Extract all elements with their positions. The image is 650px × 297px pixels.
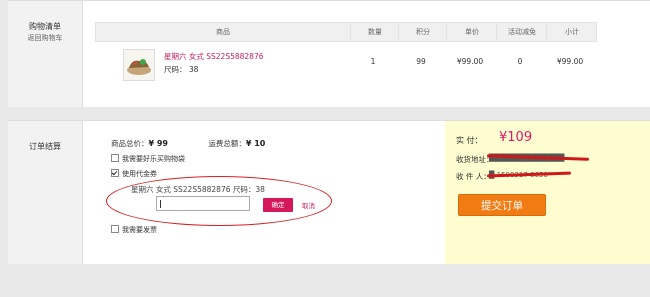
- column-header-unit-price: 单价: [446, 23, 497, 41]
- shoe-image-icon: [124, 50, 154, 80]
- voucher-code-input[interactable]: [156, 196, 250, 211]
- voucher-label: 使用代金券: [122, 170, 157, 178]
- order-sidebar: 订单结算: [8, 121, 83, 264]
- invoice-label: 我需要发票: [122, 226, 157, 234]
- column-header-points: 积分: [398, 23, 447, 41]
- column-header-quantity: 数量: [350, 23, 399, 41]
- product-thumbnail[interactable]: [123, 49, 155, 81]
- item-points: 99: [416, 57, 426, 66]
- goods-total-label: 商品总价：: [111, 139, 149, 148]
- invoice-option[interactable]: 我需要发票: [111, 225, 157, 235]
- item-subtotal: ¥99.00: [556, 57, 584, 66]
- cart-table-header: 商品 数量 积分 单价 活动减免 小计: [95, 22, 597, 42]
- column-header-discount: 活动减免: [496, 23, 547, 41]
- back-to-cart-link[interactable]: 返回购物车: [8, 33, 82, 43]
- gift-bag-checkbox[interactable]: [111, 154, 119, 162]
- item-discount: 0: [517, 57, 523, 66]
- order-title: 订单结算: [29, 142, 61, 151]
- voucher-checkbox[interactable]: [111, 169, 119, 177]
- receiver-label: 收 件 人：: [456, 172, 491, 181]
- item-quantity: 1: [370, 57, 376, 66]
- submit-order-button[interactable]: 提交订单: [458, 194, 546, 216]
- payment-summary: 实 付： ¥109 收货地址： ██████████████ 收 件 人： █ …: [445, 121, 650, 264]
- gift-bag-label: 我需要好乐买购物袋: [122, 155, 185, 163]
- cart-panel: 购物清单 返回购物车 商品 数量 积分 单价 活动减免 小计 星期六 女式 SS…: [8, 0, 650, 107]
- product-name-link[interactable]: 星期六 女式 SS22S5882876: [164, 51, 264, 62]
- shipping-label: 运费总额：: [208, 139, 246, 148]
- shipping-value: ¥ 10: [245, 139, 266, 148]
- product-size: 尺码： 38: [164, 65, 199, 74]
- invoice-checkbox[interactable]: [111, 225, 119, 233]
- column-header-product: 商品: [216, 28, 230, 36]
- order-panel: 订单结算 商品总价：¥ 99 运费总额：¥ 10 我需要好乐买购物袋 使用代金券…: [8, 120, 650, 264]
- pay-label: 实 付：: [456, 136, 483, 145]
- cart-sidebar: 购物清单 返回购物车: [8, 1, 83, 107]
- cart-item-row: 星期六 女式 SS22S5882876 尺码： 38 1 99 ¥99.00 0…: [95, 41, 597, 91]
- order-summary: 商品总价：¥ 99 运费总额：¥ 10: [111, 138, 265, 149]
- cart-title: 购物清单: [29, 22, 61, 31]
- gift-bag-option[interactable]: 我需要好乐买购物袋: [111, 154, 185, 164]
- cancel-link[interactable]: 取消: [302, 200, 315, 210]
- item-unit-price: ¥99.00: [456, 57, 484, 66]
- voucher-option[interactable]: 使用代金券: [111, 169, 157, 179]
- text-cursor: [160, 200, 161, 208]
- confirm-button[interactable]: 确定: [263, 198, 293, 212]
- column-header-subtotal: 小计: [546, 23, 597, 41]
- voucher-product-name: 星期六 女式 SS22S5882876 尺码：38: [131, 185, 265, 194]
- goods-total-value: ¥ 99: [148, 139, 168, 148]
- pay-amount: ¥109: [499, 130, 533, 145]
